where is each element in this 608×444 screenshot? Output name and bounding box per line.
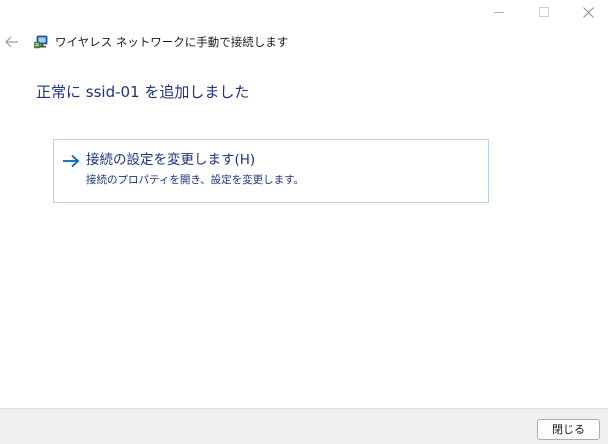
- command-link-title: 接続の設定を変更します(H): [86, 152, 256, 168]
- minimize-button[interactable]: [476, 0, 522, 24]
- command-link-description: 接続のプロパティを開き、設定を変更します。: [86, 174, 305, 186]
- wizard-title: ワイヤレス ネットワークに手動で接続します: [55, 35, 289, 49]
- footer-bar: 閉じる: [0, 408, 608, 444]
- back-button[interactable]: [2, 32, 22, 52]
- wireless-network-wizard-window: ワイヤレス ネットワークに手動で接続します 正常に ssid-01 を追加しまし…: [0, 0, 608, 444]
- maximize-button[interactable]: [521, 0, 567, 24]
- close-window-button[interactable]: [565, 0, 608, 24]
- network-wizard-icon: [34, 35, 48, 49]
- minimize-icon: [494, 12, 504, 13]
- maximize-icon: [539, 7, 549, 17]
- close-icon: [582, 6, 594, 18]
- change-connection-settings-link[interactable]: 接続の設定を変更します(H) 接続のプロパティを開き、設定を変更します。: [53, 139, 489, 203]
- back-arrow-icon: [5, 36, 18, 48]
- close-button[interactable]: 閉じる: [537, 419, 600, 440]
- right-arrow-icon: [63, 154, 80, 168]
- page-heading: 正常に ssid-01 を追加しました: [36, 83, 250, 101]
